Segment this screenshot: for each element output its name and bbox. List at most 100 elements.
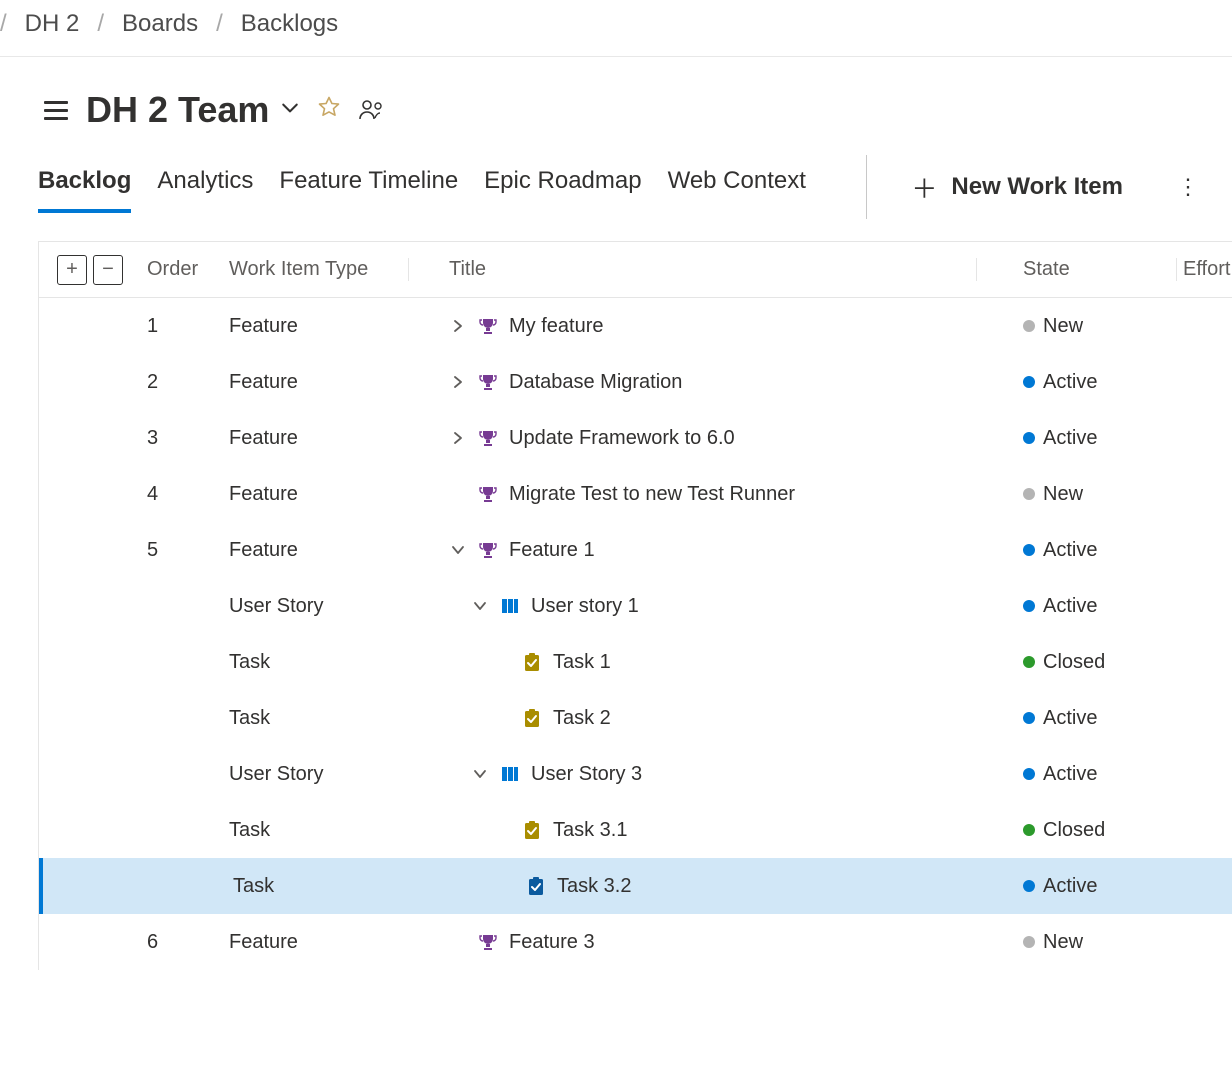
new-work-item-button[interactable]: ＋ New Work Item	[911, 169, 1123, 206]
cell-state: Active	[1043, 875, 1097, 898]
star-icon[interactable]	[317, 95, 341, 126]
state-dot-icon	[1023, 712, 1035, 724]
tab-feature-timeline[interactable]: Feature Timeline	[279, 161, 458, 213]
chevron-down-icon[interactable]	[449, 543, 467, 557]
cell-title[interactable]: User story 1	[531, 595, 639, 618]
col-header-title[interactable]: Title	[409, 258, 977, 281]
table-row[interactable]: User StoryUser story 1Active	[39, 578, 1232, 634]
state-dot-icon	[1023, 320, 1035, 332]
state-dot-icon	[1023, 488, 1035, 500]
state-dot-icon	[1023, 600, 1035, 612]
cell-type: Feature	[229, 315, 409, 338]
chevron-right-icon[interactable]	[449, 375, 467, 389]
tabs-actions: ＋ New Work Item ⋮	[866, 155, 1232, 219]
chevron-down-icon[interactable]	[471, 767, 489, 781]
cell-title[interactable]: Task 2	[553, 707, 611, 730]
state-dot-icon	[1023, 656, 1035, 668]
task-icon	[521, 707, 543, 729]
cell-title[interactable]: Feature 1	[509, 539, 595, 562]
table-row[interactable]: Task Task 3.2 Active	[39, 858, 1232, 914]
chevron-down-icon[interactable]	[471, 599, 489, 613]
grid-body: 1FeatureMy featureNew2FeatureDatabase Mi…	[39, 298, 1232, 970]
cell-order: 4	[139, 483, 229, 506]
plus-icon: ＋	[911, 169, 937, 206]
table-row[interactable]: TaskTask 2Active	[39, 690, 1232, 746]
cell-type: Feature	[229, 539, 409, 562]
tab-analytics[interactable]: Analytics	[157, 161, 253, 213]
cell-state: Active	[1043, 427, 1097, 450]
cell-state: Active	[1043, 371, 1097, 394]
task-icon	[521, 651, 543, 673]
cell-title[interactable]: Migrate Test to new Test Runner	[509, 483, 795, 506]
breadcrumb: / DH 2 / Boards / Backlogs	[0, 0, 1232, 57]
cell-type: Task	[229, 707, 409, 730]
table-row[interactable]: TaskTask 3.1Closed	[39, 802, 1232, 858]
cell-type: Task	[229, 819, 409, 842]
state-dot-icon	[1023, 880, 1035, 892]
cell-title[interactable]: Database Migration	[509, 371, 682, 394]
tabs: Backlog Analytics Feature Timeline Epic …	[38, 161, 806, 213]
state-dot-icon	[1023, 936, 1035, 948]
expand-all-button[interactable]: +	[57, 255, 87, 285]
breadcrumb-item[interactable]: DH 2	[25, 10, 80, 38]
chevron-right-icon[interactable]	[449, 319, 467, 333]
table-row[interactable]: 1FeatureMy featureNew	[39, 298, 1232, 354]
col-header-effort[interactable]: Effort	[1177, 258, 1232, 281]
table-row[interactable]: 2FeatureDatabase MigrationActive	[39, 354, 1232, 410]
cell-state: New	[1043, 931, 1083, 954]
cell-type: Feature	[229, 427, 409, 450]
breadcrumb-sep: /	[97, 10, 104, 38]
book-icon	[499, 763, 521, 785]
trophy-icon	[477, 371, 499, 393]
more-icon[interactable]: ⋮	[1173, 170, 1202, 204]
cell-title[interactable]: My feature	[509, 315, 603, 338]
cell-title[interactable]: Task 1	[553, 651, 611, 674]
cell-type: User Story	[229, 763, 409, 786]
tab-backlog[interactable]: Backlog	[38, 161, 131, 213]
cell-title[interactable]: Feature 3	[509, 931, 595, 954]
trophy-icon	[477, 483, 499, 505]
breadcrumb-sep: /	[216, 10, 223, 38]
cell-state: Active	[1043, 539, 1097, 562]
state-dot-icon	[1023, 544, 1035, 556]
tab-web-context[interactable]: Web Context	[668, 161, 806, 213]
table-row[interactable]: 6FeatureFeature 3New	[39, 914, 1232, 970]
cell-order: 2	[139, 371, 229, 394]
table-row[interactable]: 4FeatureMigrate Test to new Test RunnerN…	[39, 466, 1232, 522]
table-row[interactable]: User StoryUser Story 3Active	[39, 746, 1232, 802]
grid-header: + − Order Work Item Type Title State Eff…	[39, 242, 1232, 298]
cell-state: New	[1043, 483, 1083, 506]
breadcrumb-item[interactable]: Backlogs	[241, 10, 338, 38]
table-row[interactable]: TaskTask 1Closed	[39, 634, 1232, 690]
breadcrumb-sep: /	[0, 10, 7, 38]
col-header-type[interactable]: Work Item Type	[229, 258, 409, 281]
people-icon[interactable]	[359, 99, 385, 121]
table-row[interactable]: 5FeatureFeature 1Active	[39, 522, 1232, 578]
cell-title[interactable]: Update Framework to 6.0	[509, 427, 735, 450]
tabs-row: Backlog Analytics Feature Timeline Epic …	[0, 131, 1232, 219]
cell-order: 1	[139, 315, 229, 338]
cell-type: Task	[229, 651, 409, 674]
chevron-right-icon[interactable]	[449, 431, 467, 445]
cell-type: Task	[233, 875, 413, 898]
col-header-order[interactable]: Order	[139, 258, 229, 281]
book-icon	[499, 595, 521, 617]
table-row[interactable]: 3FeatureUpdate Framework to 6.0Active	[39, 410, 1232, 466]
tab-epic-roadmap[interactable]: Epic Roadmap	[484, 161, 641, 213]
cell-title[interactable]: Task 3.2	[557, 875, 631, 898]
task-blue-icon	[525, 875, 547, 897]
collapse-all-button[interactable]: −	[93, 255, 123, 285]
hamburger-icon[interactable]	[44, 101, 68, 120]
task-icon	[521, 819, 543, 841]
cell-title[interactable]: Task 3.1	[553, 819, 627, 842]
expand-collapse-controls: + −	[39, 255, 139, 285]
trophy-icon	[477, 427, 499, 449]
trophy-icon	[477, 315, 499, 337]
col-header-state[interactable]: State	[977, 258, 1177, 281]
state-dot-icon	[1023, 432, 1035, 444]
state-dot-icon	[1023, 824, 1035, 836]
cell-title[interactable]: User Story 3	[531, 763, 642, 786]
breadcrumb-item[interactable]: Boards	[122, 10, 198, 38]
cell-state: Active	[1043, 595, 1097, 618]
team-picker[interactable]: DH 2 Team	[86, 89, 299, 131]
